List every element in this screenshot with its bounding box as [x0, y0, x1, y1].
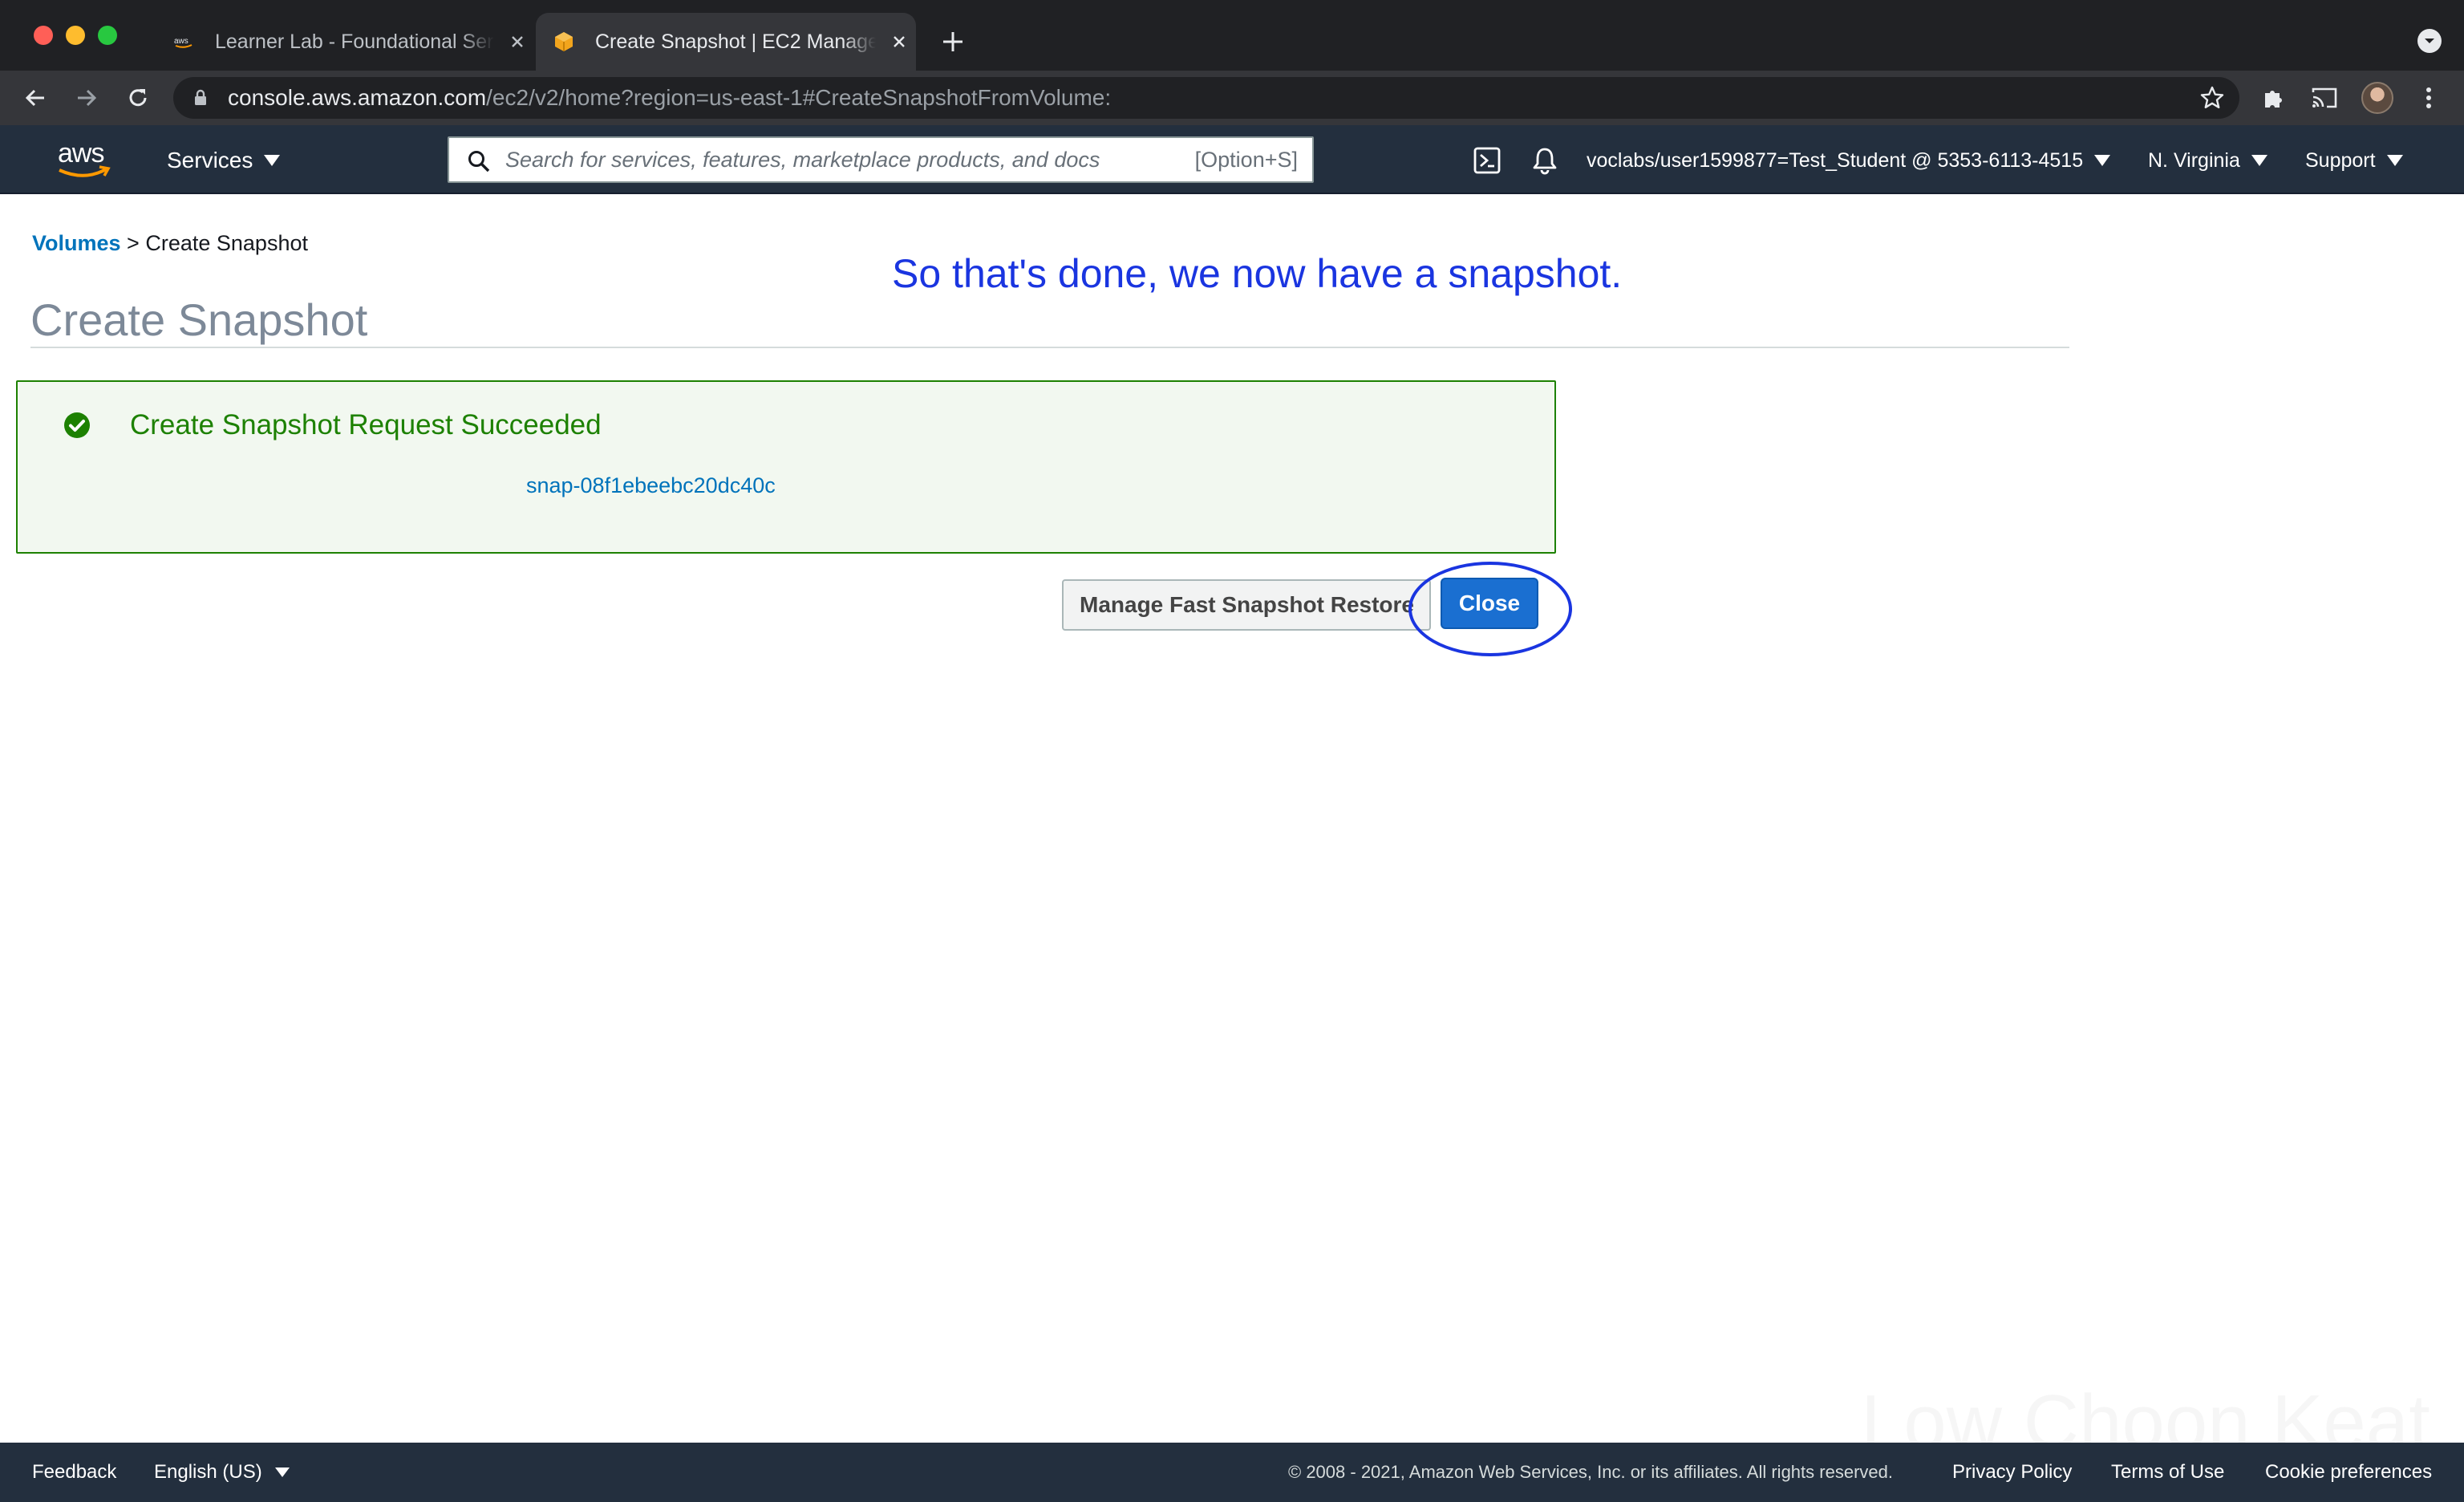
- support-menu[interactable]: Support: [2305, 144, 2403, 177]
- browser-tab-learner-lab[interactable]: aws Learner Lab - Foundational Services: [152, 13, 529, 71]
- privacy-policy-link[interactable]: Privacy Policy: [1952, 1443, 2072, 1502]
- caret-down-icon: [2251, 155, 2267, 166]
- region-label: N. Virginia: [2148, 148, 2240, 172]
- url-text: console.aws.amazon.com/ec2/v2/home?regio…: [228, 85, 1112, 110]
- region-menu[interactable]: N. Virginia: [2148, 144, 2267, 177]
- breadcrumb: Volumes > Create Snapshot: [32, 231, 308, 256]
- browser-tab-strip: aws Learner Lab - Foundational Services …: [0, 0, 2464, 71]
- close-icon[interactable]: [505, 30, 529, 54]
- back-arrow-icon[interactable]: [21, 83, 50, 112]
- search-shortcut-hint: [Option+S]: [1194, 148, 1298, 172]
- lock-icon[interactable]: [191, 88, 210, 108]
- aws-console-footer: Feedback English (US) © 2008 - 2021, Ama…: [0, 1443, 2464, 1502]
- aws-icon: aws: [172, 30, 196, 54]
- aws-logo[interactable]: aws: [56, 138, 112, 181]
- cookie-preferences-link[interactable]: Cookie preferences: [2265, 1443, 2432, 1502]
- search-icon: [467, 149, 491, 173]
- check-circle-icon: [63, 411, 91, 440]
- tab-title: Create Snapshot | EC2 Management Console: [595, 30, 876, 53]
- window-zoom-control[interactable]: [98, 26, 117, 45]
- profile-avatar[interactable]: [2361, 82, 2393, 114]
- breadcrumb-separator: >: [127, 231, 140, 255]
- feedback-link[interactable]: Feedback: [32, 1443, 116, 1502]
- snapshot-id-link[interactable]: snap-08f1ebeebc20dc40c: [526, 473, 776, 498]
- caret-down-icon: [264, 155, 281, 166]
- notifications-bell-icon[interactable]: [1530, 146, 1559, 175]
- cloudshell-icon[interactable]: [1473, 146, 1502, 175]
- services-menu[interactable]: Services: [167, 144, 281, 177]
- success-alert: Create Snapshot Request Succeeded snap-0…: [16, 380, 1556, 554]
- forward-arrow-icon[interactable]: [72, 83, 101, 112]
- aws-smile-icon: [59, 165, 111, 177]
- bookmark-star-icon[interactable]: [2199, 85, 2225, 111]
- aws-console-header: aws Services Search for services, featur…: [0, 125, 2464, 194]
- manage-fast-snapshot-restore-button[interactable]: Manage Fast Snapshot Restore: [1062, 579, 1431, 631]
- window-minimize-control[interactable]: [66, 26, 85, 45]
- browser-toolbar: console.aws.amazon.com/ec2/v2/home?regio…: [0, 71, 2464, 125]
- support-label: Support: [2305, 148, 2376, 172]
- tutorial-annotation: So that's done, we now have a snapshot.: [892, 251, 1623, 296]
- window-close-control[interactable]: [34, 26, 53, 45]
- address-bar[interactable]: console.aws.amazon.com/ec2/v2/home?regio…: [173, 77, 2239, 119]
- cast-icon[interactable]: [2310, 83, 2339, 112]
- caret-down-icon: [2386, 155, 2403, 166]
- language-selector[interactable]: English (US): [154, 1443, 290, 1502]
- success-title: Create Snapshot Request Succeeded: [130, 409, 602, 440]
- breadcrumb-volumes-link[interactable]: Volumes: [32, 231, 121, 255]
- svg-text:aws: aws: [174, 37, 188, 46]
- caret-down-icon: [274, 1467, 290, 1477]
- tab-search-chevron-icon[interactable]: [2417, 29, 2442, 53]
- browser-menu-kebab-icon[interactable]: [2414, 83, 2443, 112]
- terms-of-use-link[interactable]: Terms of Use: [2111, 1443, 2224, 1502]
- new-tab-plus-icon[interactable]: [938, 27, 967, 56]
- browser-tab-create-snapshot[interactable]: Create Snapshot | EC2 Management Console: [536, 13, 916, 71]
- account-menu[interactable]: voclabs/user1599877=Test_Student @ 5353-…: [1587, 144, 2111, 177]
- tab-title: Learner Lab - Foundational Services: [215, 30, 494, 53]
- account-label: voclabs/user1599877=Test_Student @ 5353-…: [1587, 148, 2084, 172]
- language-label: English (US): [154, 1461, 262, 1483]
- page-title: Create Snapshot: [30, 294, 368, 345]
- extensions-puzzle-icon[interactable]: [2259, 83, 2288, 112]
- breadcrumb-current: Create Snapshot: [145, 231, 308, 255]
- reload-icon[interactable]: [124, 83, 152, 112]
- close-button[interactable]: Close: [1441, 578, 1538, 629]
- title-divider: [30, 347, 2069, 348]
- search-placeholder: Search for services, features, marketpla…: [505, 148, 1100, 172]
- unified-search-input[interactable]: Search for services, features, marketpla…: [448, 136, 1314, 183]
- caret-down-icon: [2094, 155, 2111, 166]
- close-icon[interactable]: [887, 30, 911, 54]
- ec2-box-icon: [552, 30, 576, 54]
- services-label: Services: [167, 148, 253, 173]
- copyright-text: © 2008 - 2021, Amazon Web Services, Inc.…: [1288, 1462, 1893, 1482]
